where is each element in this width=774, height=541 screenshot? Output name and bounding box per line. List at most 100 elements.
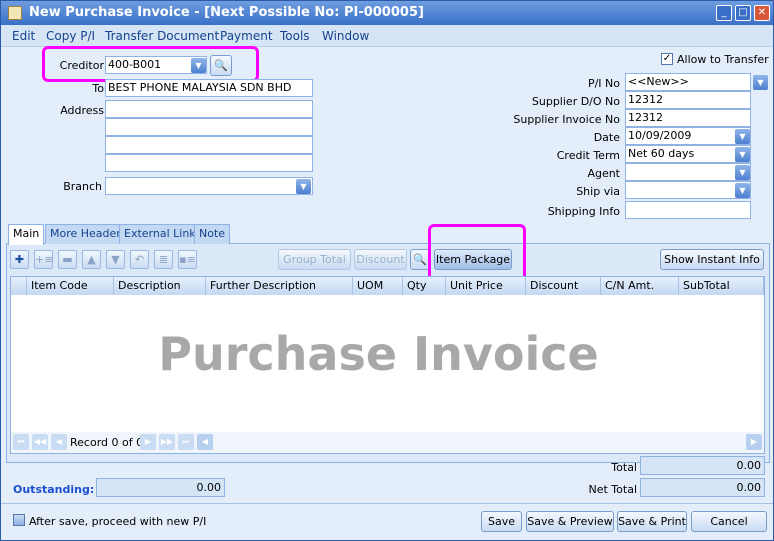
close-button[interactable]: ✕ (754, 5, 770, 21)
search-item-button[interactable]: 🔍 (410, 249, 430, 270)
add-item-button[interactable]: ✚ (10, 250, 29, 269)
chevron-down-icon[interactable]: ▼ (735, 165, 750, 180)
pi-no-field[interactable]: <<New>> (625, 73, 751, 91)
show-instant-info-button[interactable]: Show Instant Info (660, 249, 764, 270)
chevron-down-icon[interactable]: ▼ (735, 129, 750, 144)
chevron-down-icon[interactable]: ▼ (296, 179, 311, 194)
scroll-right-button[interactable]: ▶ (746, 434, 762, 450)
magnifier-icon: 🔍 (214, 59, 228, 72)
first-page-button[interactable]: ⏮ (13, 434, 29, 450)
insert-item-button[interactable]: +≡ (34, 250, 53, 269)
window-title: New Purchase Invoice - [Next Possible No… (29, 5, 424, 20)
column-cn-amt[interactable]: C/N Amt. (601, 277, 679, 295)
net-total-label: Net Total (588, 483, 638, 496)
plus-icon: ✚ (14, 253, 25, 266)
shipping-info-label: Shipping Info (547, 205, 620, 218)
supplier-do-field[interactable]: 12312 (625, 91, 751, 109)
net-total-value: 0.00 (640, 478, 765, 497)
branch-label: Branch (63, 180, 102, 193)
column-uom[interactable]: UOM (353, 277, 403, 295)
menu-payment[interactable]: Payment (220, 29, 273, 43)
item-grid: Item Code Description Further Descriptio… (10, 276, 765, 454)
next-record-button[interactable]: ▶ (140, 434, 156, 450)
outdent-button[interactable]: ▪≡ (178, 250, 197, 269)
prev-page-button[interactable]: ◀◀ (32, 434, 48, 450)
tab-main[interactable]: Main (8, 224, 45, 245)
agent-select[interactable] (625, 163, 751, 181)
menu-edit[interactable]: Edit (12, 29, 35, 43)
column-discount[interactable]: Discount (526, 277, 601, 295)
proceed-new-label: After save, proceed with new P/I (29, 515, 207, 528)
column-unit-price[interactable]: Unit Price (446, 277, 526, 295)
save-button[interactable]: Save (481, 511, 522, 532)
supplier-invoice-field[interactable]: 12312 (625, 109, 751, 127)
address-line-4[interactable] (105, 154, 313, 172)
total-label: Total (611, 461, 637, 474)
cancel-button[interactable]: Cancel (691, 511, 767, 532)
list-icon: ≣ (158, 253, 169, 266)
creditor-label: Creditor (59, 59, 104, 72)
magnifier-icon: 🔍 (413, 253, 427, 266)
list-outdent-icon: ▪≡ (179, 253, 196, 266)
discount-button[interactable]: Discount (354, 249, 407, 270)
address-label: Address (60, 104, 104, 117)
next-page-button[interactable]: ▶▶ (159, 434, 175, 450)
delete-item-button[interactable]: ▬ (58, 250, 77, 269)
prev-record-button[interactable]: ◀ (51, 434, 67, 450)
menu-tools[interactable]: Tools (280, 29, 310, 43)
app-icon (8, 6, 22, 20)
column-qty[interactable]: Qty (403, 277, 446, 295)
allow-transfer-checkbox[interactable]: ✓ (661, 53, 673, 65)
minimize-button[interactable]: _ (716, 5, 732, 21)
tab-external-link[interactable]: External Link (119, 224, 201, 244)
shipping-info-field[interactable] (625, 201, 751, 219)
menu-window[interactable]: Window (322, 29, 369, 43)
column-subtotal[interactable]: SubTotal (679, 277, 764, 295)
credit-term-select[interactable]: Net 60 days (625, 145, 751, 163)
save-print-button[interactable]: Save & Print (617, 511, 687, 532)
outstanding-value: 0.00 (96, 478, 225, 497)
tab-more-header[interactable]: More Header (45, 224, 126, 244)
column-item-code[interactable]: Item Code (27, 277, 114, 295)
ship-via-select[interactable] (625, 181, 751, 199)
supplier-do-label: Supplier D/O No (531, 95, 620, 108)
agent-label: Agent (587, 167, 620, 180)
to-label: To (92, 82, 104, 95)
insert-row-icon: +≡ (35, 253, 54, 266)
menu-copy-pi[interactable]: Copy P/I (46, 29, 95, 43)
branch-select[interactable] (105, 177, 313, 195)
outstanding-label: Outstanding: (13, 483, 95, 496)
chevron-down-icon[interactable]: ▼ (735, 147, 750, 162)
address-line-2[interactable] (105, 118, 313, 136)
arrow-down-icon: ▼ (111, 253, 120, 266)
to-field[interactable]: BEST PHONE MALAYSIA SDN BHD (105, 79, 313, 97)
maximize-button[interactable]: □ (735, 5, 751, 21)
indent-button[interactable]: ≣ (154, 250, 173, 269)
ship-via-label: Ship via (576, 185, 620, 198)
supplier-invoice-label: Supplier Invoice No (513, 113, 620, 126)
arrow-up-icon: ▲ (87, 253, 96, 266)
watermark: Purchase Invoice (158, 327, 599, 381)
chevron-down-icon[interactable]: ▼ (753, 75, 768, 90)
last-page-button[interactable]: ⏭ (178, 434, 194, 450)
row-indicator-header (11, 277, 27, 295)
proceed-new-checkbox[interactable] (13, 514, 25, 526)
column-further-description[interactable]: Further Description (206, 277, 353, 295)
address-line-1[interactable] (105, 100, 313, 118)
undo-button[interactable]: ↶ (130, 250, 149, 269)
chevron-down-icon[interactable]: ▼ (191, 58, 206, 73)
date-field[interactable]: 10/09/2009 (625, 127, 751, 145)
save-preview-button[interactable]: Save & Preview (526, 511, 614, 532)
minus-icon: ▬ (62, 253, 73, 266)
move-up-button[interactable]: ▲ (82, 250, 101, 269)
total-value: 0.00 (640, 456, 765, 475)
menu-transfer-document[interactable]: Transfer Document (105, 29, 219, 43)
search-creditor-button[interactable]: 🔍 (210, 55, 232, 76)
scroll-left-button[interactable]: ◀ (197, 434, 213, 450)
group-total-button[interactable]: Group Total (278, 249, 351, 270)
address-line-3[interactable] (105, 136, 313, 154)
tab-note[interactable]: Note (194, 224, 231, 244)
chevron-down-icon[interactable]: ▼ (735, 183, 750, 198)
column-description[interactable]: Description (114, 277, 206, 295)
move-down-button[interactable]: ▼ (106, 250, 125, 269)
